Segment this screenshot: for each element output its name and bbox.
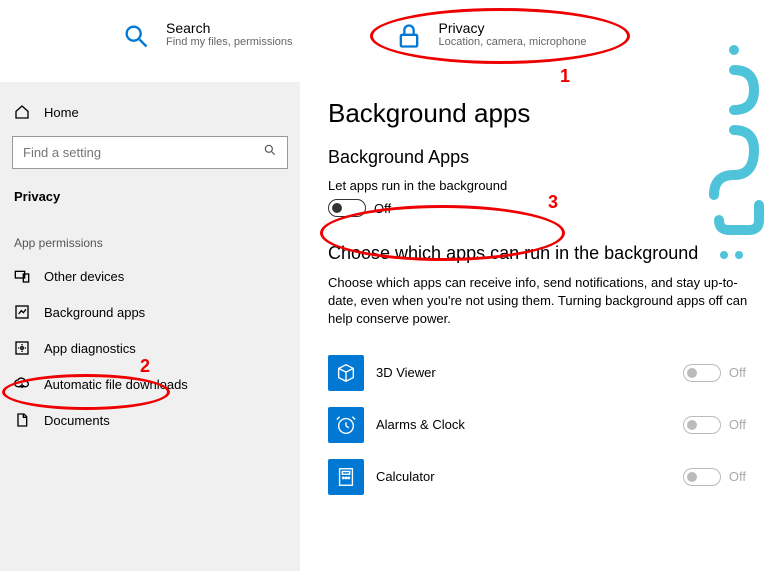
sidebar-item-other-devices[interactable]: Other devices xyxy=(0,258,300,294)
document-icon xyxy=(14,412,30,428)
sidebar-item-label: Documents xyxy=(44,413,110,428)
sidebar-item-label: Background apps xyxy=(44,305,145,320)
search-icon xyxy=(263,143,277,162)
cloud-download-icon xyxy=(14,376,30,392)
lock-icon xyxy=(393,20,425,52)
main-content: Background apps Background Apps Let apps… xyxy=(300,82,784,571)
choose-apps-description: Choose which apps can receive info, send… xyxy=(328,274,766,329)
app-icon-calculator xyxy=(328,459,364,495)
sidebar-home[interactable]: Home xyxy=(0,94,300,130)
card-search-title: Search xyxy=(166,20,293,36)
card-privacy[interactable]: Privacy Location, camera, microphone xyxy=(393,20,587,52)
sidebar-item-documents[interactable]: Documents xyxy=(0,402,300,438)
sidebar-item-background-apps[interactable]: Background apps xyxy=(0,294,300,330)
app-row-3d-viewer: 3D Viewer Off xyxy=(328,347,766,399)
app-name: 3D Viewer xyxy=(376,365,671,380)
sidebar-item-label: App diagnostics xyxy=(44,341,136,356)
master-toggle-section: Let apps run in the background Off xyxy=(328,178,766,217)
app-row-calculator: Calculator Off xyxy=(328,451,766,503)
sidebar-item-label: Other devices xyxy=(44,269,124,284)
card-privacy-sub: Location, camera, microphone xyxy=(439,36,587,48)
top-category-cards: Search Find my files, permissions Privac… xyxy=(0,0,784,82)
heading-background-apps: Background Apps xyxy=(328,147,766,168)
sidebar-item-automatic-file-downloads[interactable]: Automatic file downloads xyxy=(0,366,300,402)
sidebar-item-app-diagnostics[interactable]: App diagnostics xyxy=(0,330,300,366)
app-row-alarms: Alarms & Clock Off xyxy=(328,399,766,451)
search-icon xyxy=(120,20,152,52)
app-name: Calculator xyxy=(376,469,671,484)
devices-icon xyxy=(14,268,30,284)
sidebar-item-label: Automatic file downloads xyxy=(44,377,188,392)
app-toggle-3d-viewer[interactable] xyxy=(683,364,721,382)
card-search-sub: Find my files, permissions xyxy=(166,36,293,48)
heading-choose-apps: Choose which apps can run in the backgro… xyxy=(328,243,766,264)
card-search[interactable]: Search Find my files, permissions xyxy=(120,20,293,52)
master-toggle-label: Let apps run in the background xyxy=(328,178,766,193)
app-toggle-state: Off xyxy=(729,417,746,432)
sidebar: Home Privacy App permissions Other devic… xyxy=(0,82,300,571)
card-privacy-title: Privacy xyxy=(439,20,587,36)
search-input[interactable] xyxy=(23,145,263,160)
app-toggle-state: Off xyxy=(729,365,746,380)
home-icon xyxy=(14,104,30,120)
master-toggle-state: Off xyxy=(374,201,391,216)
page-title: Background apps xyxy=(328,98,766,129)
sidebar-home-label: Home xyxy=(44,105,79,120)
app-toggle-calculator[interactable] xyxy=(683,468,721,486)
diagnostics-icon xyxy=(14,340,30,356)
app-icon-3d-viewer xyxy=(328,355,364,391)
master-toggle[interactable] xyxy=(328,199,366,217)
background-apps-icon xyxy=(14,304,30,320)
app-toggle-alarms[interactable] xyxy=(683,416,721,434)
sidebar-search[interactable] xyxy=(12,136,288,169)
app-name: Alarms & Clock xyxy=(376,417,671,432)
app-icon-alarms xyxy=(328,407,364,443)
sidebar-section-privacy: Privacy xyxy=(0,183,300,218)
sidebar-group-app-permissions: App permissions xyxy=(0,218,300,258)
app-toggle-state: Off xyxy=(729,469,746,484)
